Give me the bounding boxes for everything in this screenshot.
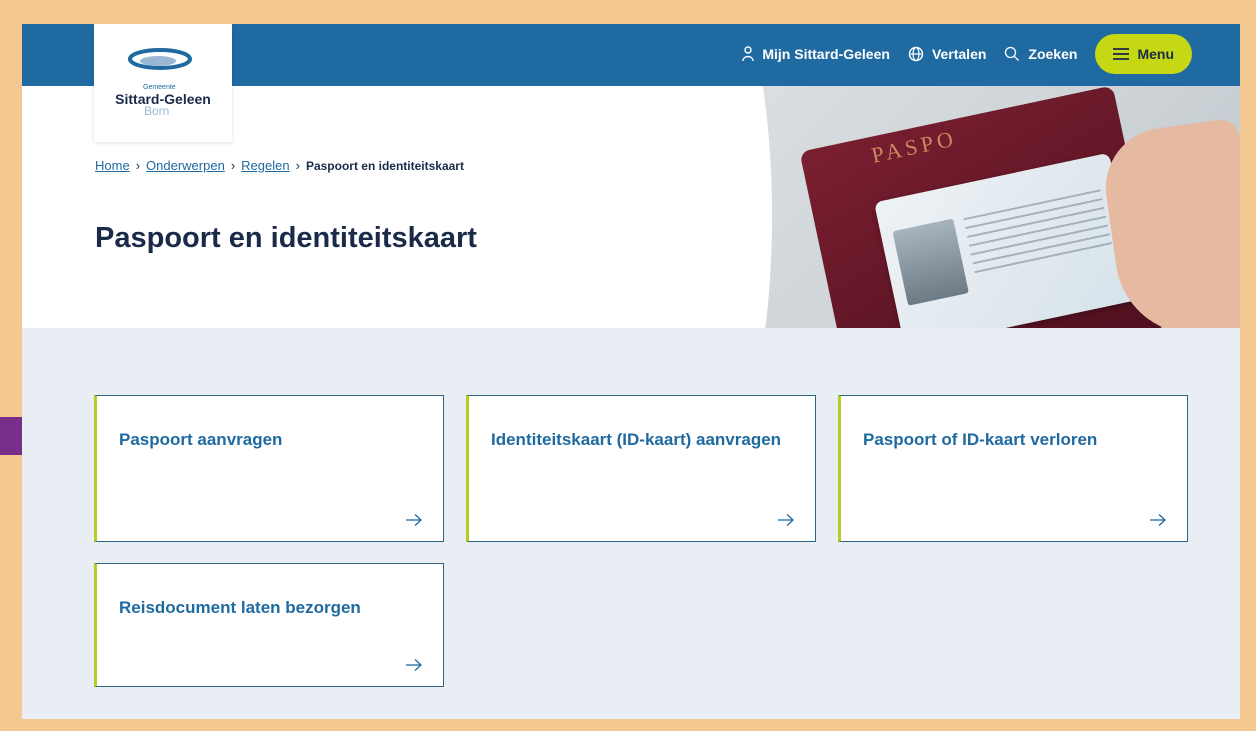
card-title: Paspoort of ID-kaart verloren [863, 430, 1098, 449]
logo-mark-icon [128, 48, 192, 70]
breadcrumb: Home › Onderwerpen › Regelen › Paspoort … [95, 158, 464, 173]
card-document-verloren[interactable]: Paspoort of ID-kaart verloren [838, 395, 1188, 542]
search-link[interactable]: Zoeken [1004, 46, 1077, 62]
card-title: Identiteitskaart (ID-kaart) aanvragen [491, 430, 782, 449]
translate-label: Vertalen [931, 46, 987, 62]
arrow-right-icon [406, 659, 422, 671]
breadcrumb-regelen[interactable]: Regelen [241, 158, 289, 173]
breadcrumb-separator: › [230, 158, 236, 173]
header-nav: Mijn Sittard-Geleen Vertalen Zoeken Menu [742, 32, 1192, 76]
breadcrumb-onderwerpen[interactable]: Onderwerpen [146, 158, 225, 173]
hero-curve [562, 86, 772, 328]
search-icon [1005, 46, 1020, 61]
account-label: Mijn Sittard-Geleen [762, 46, 890, 62]
menu-button[interactable]: Menu [1095, 34, 1192, 74]
card-title: Reisdocument laten bezorgen [119, 598, 361, 617]
hamburger-icon [1113, 48, 1130, 60]
translate-link[interactable]: Vertalen [908, 46, 986, 62]
logo-small-text: Gemeente [143, 84, 176, 91]
breadcrumb-separator: › [135, 158, 141, 173]
arrow-right-icon [406, 514, 422, 526]
card-title: Paspoort aanvragen [119, 430, 283, 449]
breadcrumb-home[interactable]: Home [95, 158, 130, 173]
search-label: Zoeken [1028, 46, 1078, 62]
card-idkaart-aanvragen[interactable]: Identiteitskaart (ID-kaart) aanvragen [466, 395, 816, 542]
browser-viewport: PASPO Home › Onderwerpen › Regelen › Pas… [22, 24, 1240, 719]
arrow-right-icon [1150, 514, 1166, 526]
breadcrumb-current: Paspoort en identiteitskaart [305, 158, 464, 173]
user-icon [742, 46, 755, 62]
site-logo[interactable]: Gemeente Born Sittard-Geleen [94, 24, 232, 142]
arrow-right-icon [778, 514, 794, 526]
menu-label: Menu [1137, 46, 1174, 62]
card-reisdocument-bezorgen[interactable]: Reisdocument laten bezorgen [94, 563, 444, 687]
account-link[interactable]: Mijn Sittard-Geleen [742, 46, 890, 62]
card-paspoort-aanvragen[interactable]: Paspoort aanvragen [94, 395, 444, 542]
breadcrumb-separator: › [295, 158, 300, 173]
page-title: Paspoort en identiteitskaart [95, 222, 477, 254]
globe-icon [908, 46, 924, 62]
logo-name: Sittard-Geleen [115, 91, 211, 107]
